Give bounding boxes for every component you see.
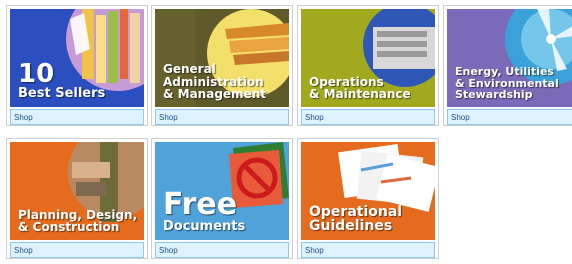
operational-guidelines-caption: Operational Guidelines bbox=[309, 203, 403, 235]
category-tile-operations-maintenance[interactable]: Operations & Maintenance Shop bbox=[297, 5, 439, 126]
operational-guidelines-line2: Guidelines bbox=[309, 218, 393, 235]
shop-link-operations-maintenance[interactable]: Shop bbox=[301, 109, 435, 125]
category-tile-planning-design[interactable]: Planning, Design, & Construction Shop bbox=[6, 138, 148, 259]
category-tile-energy-utilities[interactable]: Energy, Utilities & Environmental Stewar… bbox=[443, 5, 572, 126]
free-documents-subtitle: Documents bbox=[163, 219, 246, 235]
shop-link-general-administration[interactable]: Shop bbox=[155, 109, 289, 125]
banner-free-documents[interactable]: Free Documents bbox=[155, 142, 289, 240]
operations-maintenance-line2: & Maintenance bbox=[309, 87, 411, 102]
category-tile-free-documents[interactable]: Free Documents Shop bbox=[151, 138, 293, 259]
energy-utilities-line3: Stewardship bbox=[455, 88, 533, 102]
banner-operations-maintenance[interactable]: Operations & Maintenance bbox=[301, 9, 435, 107]
category-tile-operational-guidelines[interactable]: Operational Guidelines Shop bbox=[297, 138, 439, 259]
energy-utilities-caption: Energy, Utilities & Environmental Stewar… bbox=[455, 66, 559, 101]
shop-link-energy-utilities[interactable]: Shop bbox=[447, 109, 572, 125]
planning-design-line2: & Construction bbox=[18, 220, 120, 235]
general-administration-line3: & Management bbox=[163, 87, 266, 102]
free-documents-title: Free bbox=[163, 187, 238, 223]
banner-operational-guidelines[interactable]: Operational Guidelines bbox=[301, 142, 435, 240]
banner-energy-utilities[interactable]: Energy, Utilities & Environmental Stewar… bbox=[447, 9, 572, 107]
best-sellers-label: Best Sellers bbox=[18, 86, 106, 102]
shop-link-best-sellers[interactable]: Shop bbox=[10, 109, 144, 125]
best-sellers-caption: 10 Best Sellers bbox=[18, 61, 105, 101]
general-administration-caption: General Administration & Management bbox=[163, 63, 266, 101]
banner-general-administration[interactable]: General Administration & Management bbox=[155, 9, 289, 107]
shop-link-operational-guidelines[interactable]: Shop bbox=[301, 242, 435, 258]
category-tile-best-sellers[interactable]: 10 Best Sellers Shop bbox=[6, 5, 148, 126]
operations-maintenance-caption: Operations & Maintenance bbox=[309, 76, 411, 101]
category-tile-general-administration[interactable]: General Administration & Management Shop bbox=[151, 5, 293, 126]
shop-link-planning-design[interactable]: Shop bbox=[10, 242, 144, 258]
banner-best-sellers[interactable]: 10 Best Sellers bbox=[10, 9, 144, 107]
product-category-grid: 10 Best Sellers Shop General Administrat… bbox=[0, 0, 572, 264]
best-sellers-number: 10 bbox=[18, 59, 55, 90]
planning-design-caption: Planning, Design, & Construction bbox=[18, 209, 137, 234]
operational-guidelines-line1: Operational bbox=[309, 203, 403, 220]
free-documents-caption: Free Documents bbox=[163, 190, 245, 234]
shop-link-free-documents[interactable]: Shop bbox=[155, 242, 289, 258]
banner-planning-design[interactable]: Planning, Design, & Construction bbox=[10, 142, 144, 240]
general-administration-line1: General bbox=[163, 62, 216, 77]
